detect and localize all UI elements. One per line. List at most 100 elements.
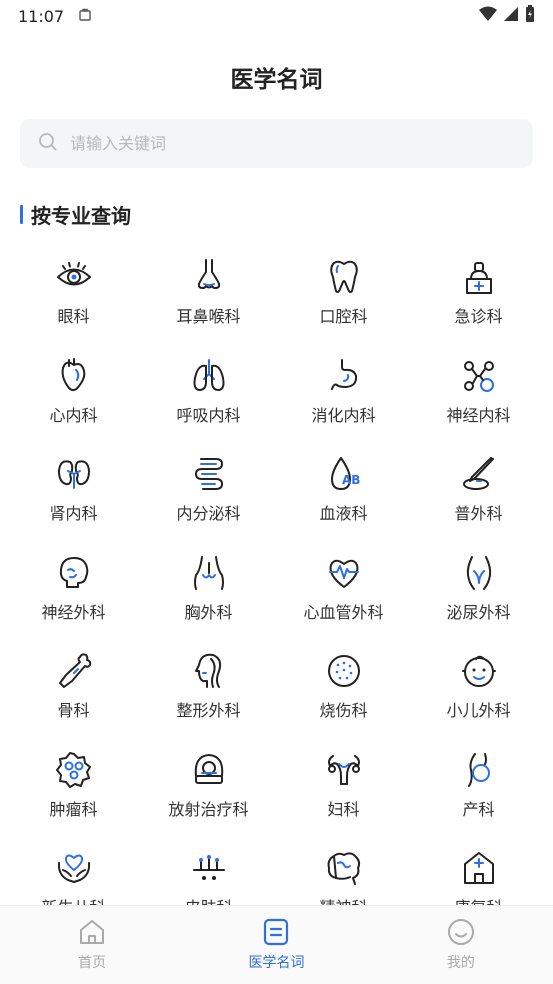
department-item[interactable]: 肿瘤科 [6,738,141,837]
department-item[interactable]: 肾内科 [6,442,141,541]
department-item[interactable]: 耳鼻喉科 [141,245,276,344]
department-label: 泌尿外科 [446,602,511,622]
department-item[interactable]: 骨科 [6,639,141,738]
chest-icon [189,553,229,593]
department-label: 骨科 [57,701,90,720]
department-label: 烧伤科 [319,701,368,720]
department-item[interactable]: 呼吸内科 [141,344,276,443]
department-item[interactable]: AB 血液科 [276,442,411,541]
battery-icon [525,5,535,27]
neuron-icon [459,356,499,396]
department-label: 神经内科 [446,405,511,425]
tab-medical-terms[interactable]: 医学名词 [184,906,368,984]
blood-drop-icon: AB [324,454,364,494]
department-label: 小儿外科 [446,701,511,720]
section-header: 按专业查询 [20,200,131,229]
tab-home-label: 首页 [78,955,107,971]
department-label: 胸外科 [184,602,233,622]
department-item[interactable]: 心血管外科 [276,541,411,640]
department-label: 消化内科 [311,405,376,425]
eye-icon [54,257,94,297]
department-label: 妇科 [327,799,360,819]
wifi-icon [479,6,497,26]
department-item[interactable]: 眼科 [6,245,141,344]
department-label: 新生儿科 [41,894,105,905]
pelvis-icon [459,553,499,593]
search-input[interactable] [68,118,533,169]
signal-icon [503,6,519,26]
department-item[interactable]: 内分泌科 [141,442,276,541]
department-label: 肾内科 [49,504,98,523]
department-item[interactable]: 精神科 [276,836,411,905]
tab-home[interactable]: 首页 [0,906,184,984]
department-label: 放射治疗科 [168,799,249,819]
department-label: 心血管外科 [303,602,384,622]
department-label: 整形外科 [176,701,241,720]
department-item[interactable]: 新生儿科 [6,836,141,905]
status-bar: 11:07 [0,0,553,32]
department-item[interactable]: 放射治疗科 [141,738,276,837]
page-title: 医学名词 [230,67,323,93]
section-title: 按专业查询 [31,204,131,228]
department-label: 普外科 [454,504,503,523]
status-time: 11:07 [18,6,65,26]
department-item[interactable]: 产科 [411,738,546,837]
department-grid: 眼科 耳鼻喉科 口腔科 急诊科心内科 呼吸内科 消化内科 神经内科肾内科 内分泌科 AB 血液科 普… [0,245,553,905]
department-label: 血液科 [319,504,368,523]
search-icon [38,132,58,156]
skull-icon [54,553,94,593]
bone-icon [54,651,94,691]
nose-icon [189,257,229,297]
department-label: 神经外科 [41,602,106,622]
department-item[interactable]: 小儿外科 [411,639,546,738]
department-label: 急诊科 [454,307,503,326]
department-label: 精神科 [319,894,367,905]
hands-heart-icon [54,848,94,888]
department-label: 心内科 [49,405,98,425]
heart-pulse-icon [324,553,364,593]
pregnancy-icon [459,750,499,790]
department-label: 内分泌科 [176,504,241,523]
tab-medical-terms-label: 医学名词 [248,955,305,971]
svg-text:AB: AB [342,473,360,487]
department-label: 康复科 [454,894,502,905]
department-item[interactable]: 心内科 [6,344,141,443]
department-item[interactable]: 妇科 [276,738,411,837]
department-item[interactable]: 胸外科 [141,541,276,640]
intestine-icon [189,454,229,494]
document-icon [260,916,292,948]
skin-layer-icon [189,848,229,888]
department-item[interactable]: 消化内科 [276,344,411,443]
department-item[interactable]: 神经外科 [6,541,141,640]
clipboard-icon [78,7,92,26]
department-item[interactable]: 烧伤科 [276,639,411,738]
department-label: 眼科 [57,307,90,326]
department-item[interactable]: 普外科 [411,442,546,541]
bottom-tab-bar: 首页 医学名词 我的 [0,905,553,984]
department-item[interactable]: 急诊科 [411,245,546,344]
scalpel-icon [459,454,499,494]
smile-icon [445,916,477,948]
department-item[interactable]: 整形外科 [141,639,276,738]
department-item[interactable]: 神经内科 [411,344,546,443]
kidney-icon [54,454,94,494]
brain-icon [324,848,364,888]
department-item[interactable]: 皮肤科 [141,836,276,905]
heart-icon [54,356,94,396]
lungs-icon [189,356,229,396]
department-item[interactable]: 口腔科 [276,245,411,344]
baby-icon [459,651,499,691]
department-item[interactable]: 泌尿外科 [411,541,546,640]
department-item[interactable]: 康复科 [411,836,546,905]
department-label: 肿瘤科 [49,799,98,819]
tooth-icon [324,257,364,297]
tumor-cell-icon [54,750,94,790]
tab-profile-label: 我的 [446,955,475,971]
tab-profile[interactable]: 我的 [369,906,553,984]
department-label: 口腔科 [319,307,368,326]
search-bar[interactable] [20,118,533,169]
department-grid-viewport[interactable]: 眼科 耳鼻喉科 口腔科 急诊科心内科 呼吸内科 消化内科 神经内科肾内科 内分泌科 AB 血液科 普… [0,245,553,905]
department-label: 耳鼻喉科 [176,307,241,326]
department-label: 皮肤科 [184,894,232,905]
hospital-icon [459,848,499,888]
